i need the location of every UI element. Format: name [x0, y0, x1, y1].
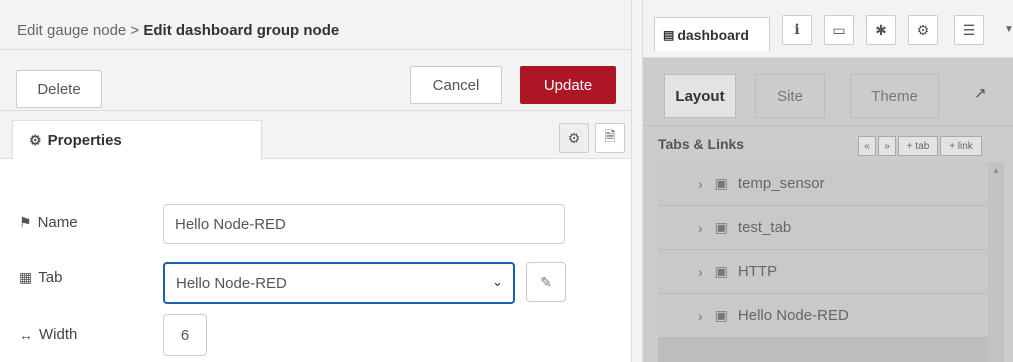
tab-dashboard[interactable]: ▤ dashboard — [654, 17, 770, 51]
window-icon: ▣ — [714, 307, 728, 323]
name-label-text: Name — [37, 214, 78, 231]
tab-site[interactable]: Site — [755, 74, 825, 118]
breadcrumb-current: Edit dashboard group node — [143, 22, 340, 39]
help-button[interactable]: ▭ — [824, 15, 854, 45]
width-label: ↔ Width — [19, 326, 77, 343]
width-label-text: Width — [39, 326, 78, 343]
chevron-right-icon[interactable]: › — [698, 220, 703, 236]
tab-select-value: Hello Node-RED — [176, 274, 287, 292]
breadcrumb: Edit gauge node > Edit dashboard group n… — [17, 22, 339, 39]
tree-item-label: temp_sensor — [737, 175, 825, 192]
edit-tray: Edit gauge node > Edit dashboard group n… — [0, 0, 631, 362]
tab-dashboard-label: dashboard — [677, 26, 749, 43]
tabs-tree: › ▣ temp_sensor › ▣ test_tab › ▣ HTTP › … — [658, 162, 1004, 362]
context-data-button[interactable]: ☰ — [954, 15, 984, 45]
info-button[interactable]: i — [782, 15, 812, 45]
chevron-down-icon: ⌄ — [492, 274, 503, 289]
chevron-right-icon[interactable]: › — [698, 176, 703, 192]
add-tab-button[interactable]: + tab — [898, 136, 938, 156]
expand-all-button[interactable]: » — [878, 136, 896, 156]
tree-item-label: Hello Node-RED — [737, 307, 849, 324]
chevron-right-icon[interactable]: › — [698, 264, 703, 280]
add-link-button[interactable]: + link — [940, 136, 982, 156]
list-item[interactable]: › ▣ HTTP — [658, 250, 988, 294]
delete-button[interactable]: Delete — [16, 70, 102, 108]
tab-layout[interactable]: Layout — [664, 74, 736, 118]
cancel-button[interactable]: Cancel — [410, 66, 502, 104]
table-icon: ▦ — [19, 269, 33, 285]
external-link-icon[interactable]: ↗ — [974, 84, 987, 102]
edit-tab-button[interactable]: ✎ — [526, 262, 566, 302]
config-button[interactable]: ⚙ — [908, 15, 938, 45]
chevron-down-icon[interactable]: ▼ — [1004, 24, 1013, 35]
gear-icon: ⚙ — [567, 129, 581, 146]
tray-header: Edit gauge node > Edit dashboard group n… — [0, 0, 631, 50]
database-icon: ☰ — [962, 21, 976, 38]
node-description-button[interactable]: 🗎 — [595, 123, 625, 153]
document-icon: 🗎 — [604, 128, 616, 144]
pencil-icon: ✎ — [540, 273, 552, 290]
tab-label-text: Tab — [38, 269, 63, 286]
debug-button[interactable]: ✱ — [866, 15, 896, 45]
tab-properties[interactable]: ⚙ Properties — [12, 120, 262, 160]
name-label: ⚑ Name — [19, 214, 78, 231]
node-settings-button[interactable]: ⚙ — [559, 123, 589, 153]
gear-icon: ⚙ — [29, 131, 42, 148]
bar-chart-icon: ▤ — [663, 27, 675, 42]
section-title: Tabs & Links — [658, 136, 745, 152]
breadcrumb-parent[interactable]: Edit gauge node > — [17, 22, 139, 39]
info-icon: i — [794, 22, 800, 38]
window-icon: ▣ — [714, 219, 728, 235]
tab-properties-label: Properties — [47, 131, 122, 149]
arrows-horizontal-icon: ↔ — [19, 326, 33, 343]
window-icon: ▣ — [714, 175, 728, 191]
scroll-up-icon[interactable]: ▲ — [992, 166, 1000, 175]
tree-item-label: test_tab — [737, 219, 792, 236]
tree-item-label: HTTP — [737, 263, 778, 280]
tab-label: ▦ Tab — [19, 269, 62, 286]
update-button[interactable]: Update — [520, 66, 616, 104]
panel-splitter[interactable] — [631, 0, 643, 362]
tree-scrollbar[interactable]: ▲ — [988, 162, 1004, 362]
tab-select[interactable]: Hello Node-RED ⌄ — [163, 262, 515, 304]
width-input[interactable]: 6 — [163, 314, 207, 356]
collapse-all-button[interactable]: « — [858, 136, 876, 156]
tab-theme[interactable]: Theme — [850, 74, 939, 118]
name-input[interactable]: Hello Node-RED — [163, 204, 565, 244]
tag-icon: ⚑ — [19, 214, 32, 230]
list-item[interactable]: › ▣ Hello Node-RED — [658, 294, 988, 338]
gear-icon: ⚙ — [916, 21, 930, 38]
sidebar: ▤ dashboard i ▭ ✱ ⚙ ☰ ▼ Layout Site Them… — [643, 0, 1013, 362]
window-icon: ▣ — [714, 263, 728, 279]
list-item[interactable]: › ▣ test_tab — [658, 206, 988, 250]
book-icon: ▭ — [832, 21, 846, 38]
list-item[interactable]: › ▣ temp_sensor — [658, 162, 988, 206]
bug-icon: ✱ — [875, 21, 887, 38]
chevron-right-icon[interactable]: › — [698, 308, 703, 324]
